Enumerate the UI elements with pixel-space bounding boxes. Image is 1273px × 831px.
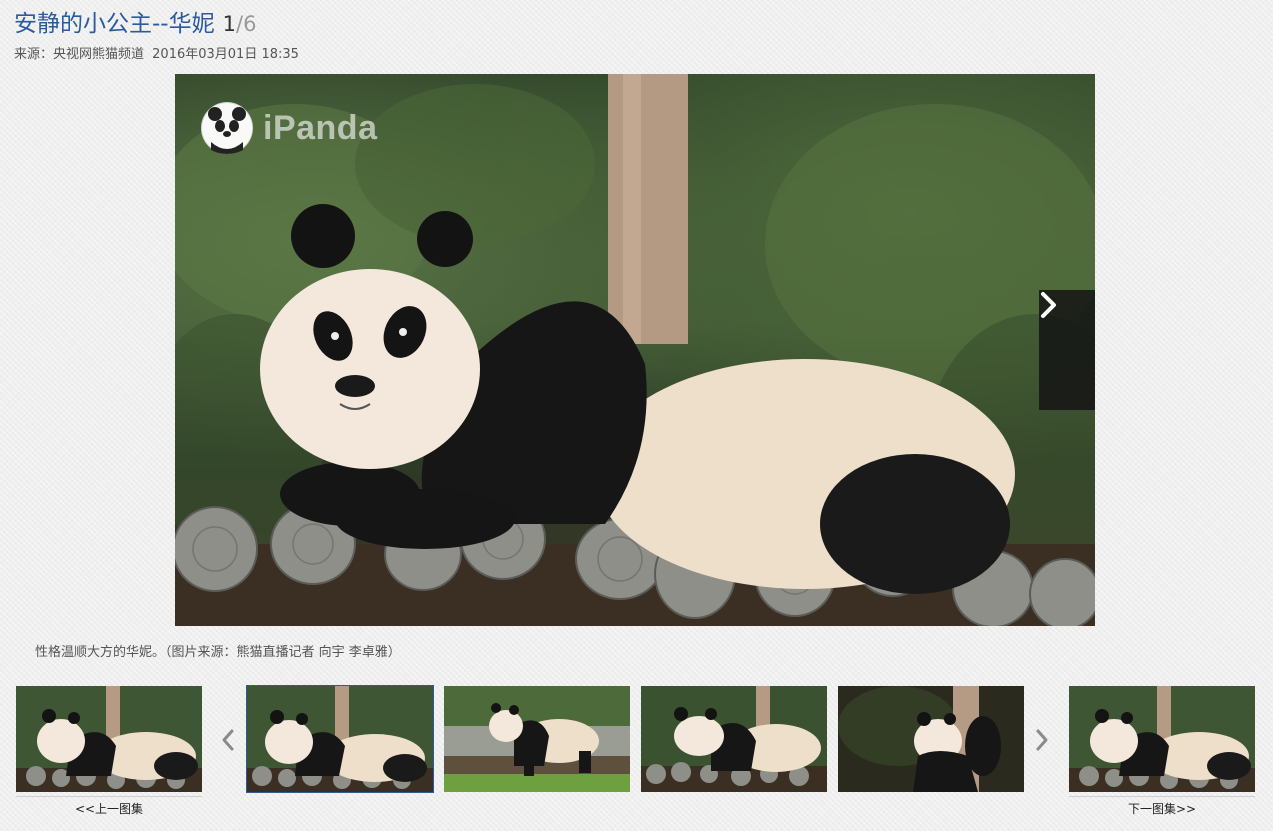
panda-thumbnail — [838, 686, 1024, 792]
next-image-button[interactable] — [1039, 290, 1095, 410]
panda-thumbnail — [247, 686, 433, 792]
prev-gallery-thumbnail[interactable] — [16, 686, 202, 792]
strip-next-button[interactable] — [1032, 727, 1052, 753]
counter-separator: / — [235, 12, 244, 36]
prev-gallery-link[interactable]: <<上一图集 — [16, 800, 202, 817]
panda-thumbnail — [444, 686, 630, 792]
divider — [16, 796, 202, 797]
total-count: 6 — [243, 12, 257, 36]
publish-datetime: 2016年03月01日 18:35 — [152, 47, 299, 62]
panda-thumbnail — [1069, 686, 1255, 792]
photo-caption: 性格温顺大方的华妮。（图片来源：熊猫直播记者 向宇 李卓雅） — [35, 645, 401, 660]
chevron-right-icon — [1036, 729, 1048, 751]
panda-thumbnail — [641, 686, 827, 792]
gallery-header: 安静的小公主--华妮 1/6 — [14, 4, 257, 37]
thumbnail-1[interactable] — [246, 685, 434, 793]
thumbnail-3[interactable] — [641, 686, 827, 792]
panda-thumbnail — [16, 686, 202, 792]
panda-logo-icon — [201, 102, 253, 154]
next-gallery-thumbnail[interactable] — [1069, 686, 1255, 792]
thumbnail-2[interactable] — [444, 686, 630, 792]
source-text: 来源：央视网熊猫频道 — [14, 47, 145, 62]
chevron-left-icon — [222, 729, 234, 751]
strip-prev-button[interactable] — [218, 727, 238, 753]
main-photo[interactable]: iPanda — [175, 74, 1095, 626]
article-meta: 来源：央视网熊猫频道 2016年03月01日 18:35 — [14, 43, 299, 62]
image-counter: 1/6 — [223, 12, 257, 36]
page-title: 安静的小公主--华妮 — [14, 11, 215, 37]
thumbnail-4[interactable] — [838, 686, 1024, 792]
watermark-text: iPanda — [263, 108, 378, 147]
current-index: 1 — [222, 12, 236, 36]
divider — [1069, 796, 1255, 797]
panda-photo — [175, 74, 1095, 626]
ipanda-watermark: iPanda — [201, 102, 377, 154]
chevron-right-icon — [1041, 292, 1056, 318]
next-gallery-link[interactable]: 下一图集>> — [1069, 800, 1255, 817]
